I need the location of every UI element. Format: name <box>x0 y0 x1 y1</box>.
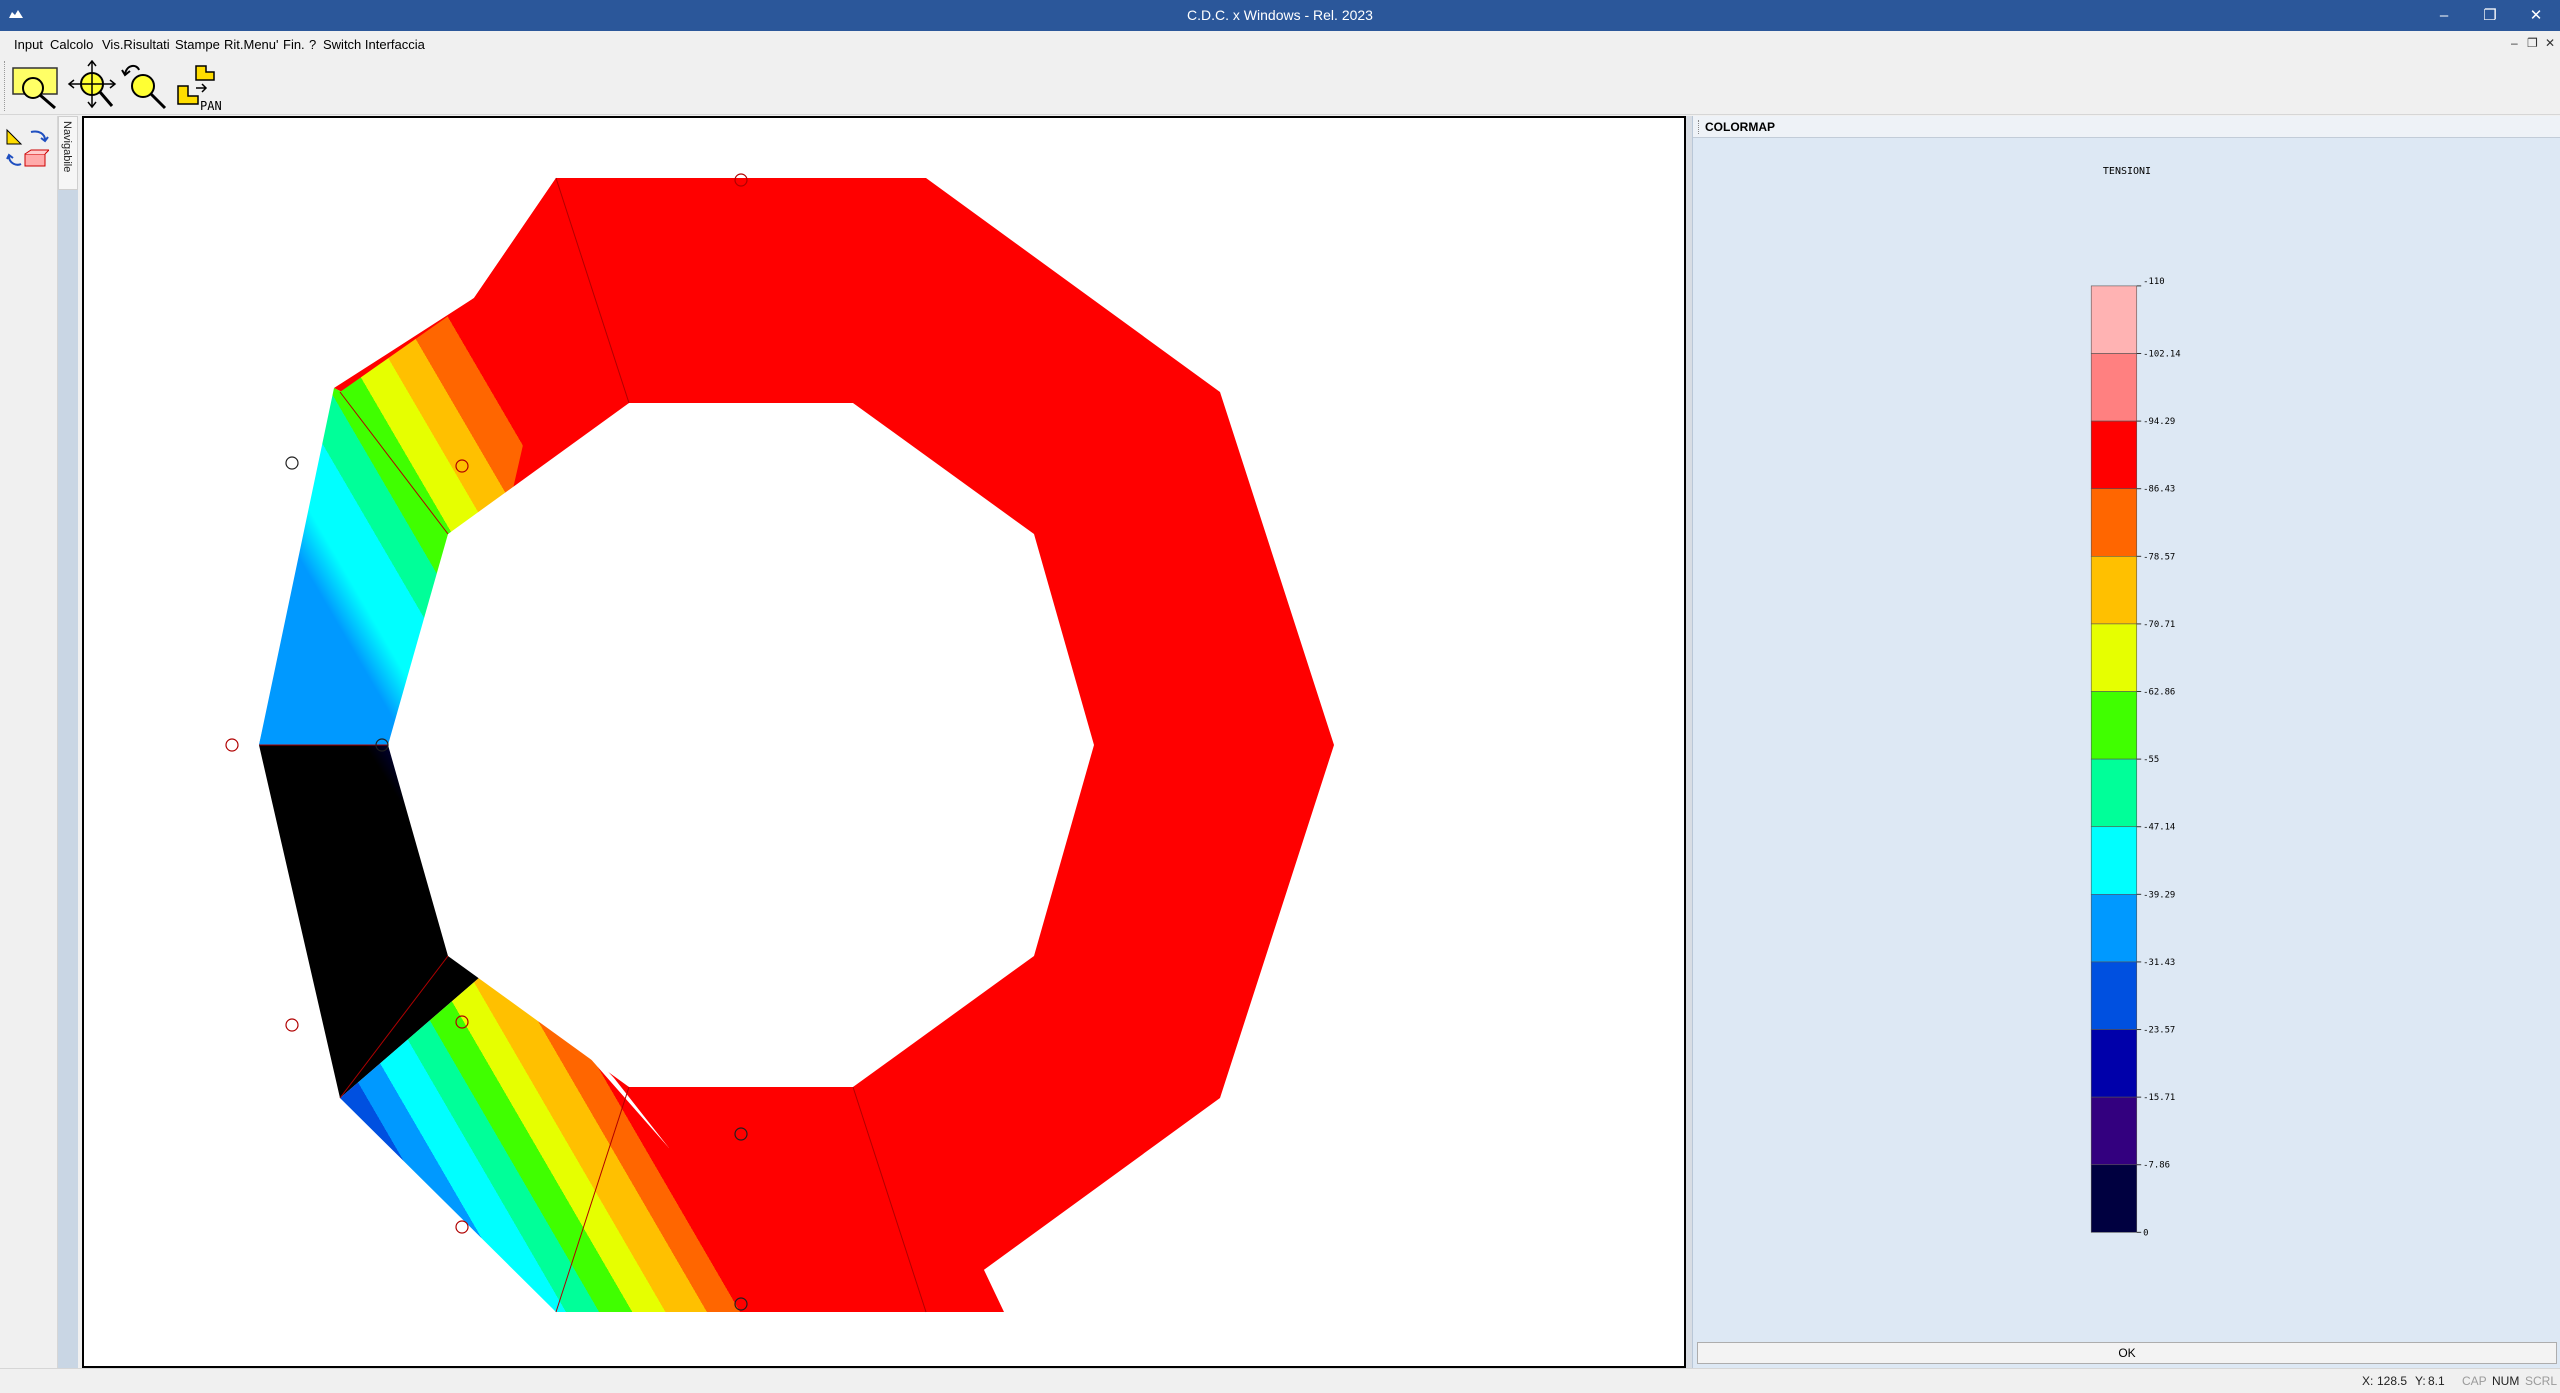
legend-label: -78.57 <box>2143 552 2175 562</box>
legend-color-band <box>2090 826 2138 895</box>
legend-color-band <box>2090 758 2138 828</box>
zoom-extents-icon[interactable] <box>66 60 118 112</box>
x-coordinate-label: X: <box>2362 1374 2374 1388</box>
legend-label: -86.43 <box>2143 485 2175 495</box>
measure-icon[interactable] <box>5 128 49 146</box>
menu-stampe[interactable]: Stampe <box>175 37 220 52</box>
y-coordinate-value: 8.1 <box>2428 1374 2445 1388</box>
legend-label: -94.29 <box>2143 417 2175 427</box>
window-title: C.D.C. x Windows - Rel. 2023 <box>1187 7 1373 23</box>
rotate-view-icon[interactable] <box>5 148 49 170</box>
legend-color-band <box>2090 961 2138 1030</box>
menu-switch-interfaccia[interactable]: Switch Interfaccia <box>323 37 425 52</box>
zoom-previous-icon[interactable] <box>119 60 171 112</box>
minimize-button[interactable]: – <box>2421 0 2467 31</box>
y-coordinate-label: Y: <box>2415 1374 2426 1388</box>
legend-color-band <box>2090 623 2138 692</box>
legend-title: TENSIONI <box>2102 166 2152 177</box>
pan-icon[interactable]: PAN <box>174 60 226 112</box>
mdi-close-button[interactable]: ✕ <box>2545 36 2555 50</box>
menu-rit-menu[interactable]: Rit.Menu' <box>224 37 279 52</box>
legend-label: 0 <box>2143 1228 2148 1238</box>
zoom-window-icon[interactable] <box>11 60 63 112</box>
legend-label: -15.71 <box>2143 1093 2175 1103</box>
legend-color-band <box>2090 691 2138 760</box>
menu-help[interactable]: ? <box>309 37 316 52</box>
mdi-restore-button[interactable]: ❐ <box>2527 36 2538 50</box>
navigabile-tab[interactable]: Navigabile <box>58 116 78 190</box>
title-bar: C.D.C. x Windows - Rel. 2023 – ❐ ✕ <box>0 0 2560 31</box>
legend-label: -55 <box>2143 755 2159 765</box>
legend-label: -39.29 <box>2143 890 2175 900</box>
pan-label: PAN <box>200 99 222 112</box>
legend-color-band <box>2090 1164 2138 1233</box>
menu-fin[interactable]: Fin. <box>283 37 305 52</box>
color-legend: -110 -102.14 -94.29 -86.43 -78.57 -70.71 -62.8… <box>2090 277 2181 1238</box>
menu-input[interactable]: Input <box>14 37 43 52</box>
restore-button[interactable]: ❐ <box>2467 0 2513 31</box>
menu-bar: Input Calcolo Vis.Risultati Stampe Rit.M… <box>0 31 2560 57</box>
num-lock-indicator: NUM <box>2492 1374 2520 1388</box>
panel-grip[interactable] <box>1698 120 1701 134</box>
legend-color-band <box>2090 353 2138 422</box>
scroll-lock-indicator: SCRL <box>2525 1374 2558 1388</box>
legend-color-band <box>2090 556 2138 625</box>
legend-color-band <box>2090 1096 2138 1166</box>
colormap-panel: COLORMAP TENSIONI -110 -102.14 -94.29 -86.4… <box>1692 116 2560 1368</box>
toolbar: PAN <box>0 57 2560 115</box>
left-tool-strip <box>0 116 58 1368</box>
legend-label: -110 <box>2143 277 2164 287</box>
legend-label: -70.71 <box>2143 620 2175 630</box>
legend-label: -7.86 <box>2143 1161 2170 1171</box>
stress-contour-plot <box>225 173 1334 1313</box>
legend-label: -23.57 <box>2143 1026 2175 1036</box>
legend-label: -47.14 <box>2143 823 2175 833</box>
legend-label: -62.86 <box>2143 687 2175 697</box>
legend-color-band <box>2090 1029 2138 1098</box>
caps-lock-indicator: CAP <box>2462 1374 2487 1388</box>
mdi-minimize-button[interactable]: – <box>2511 36 2518 50</box>
drawing-canvas[interactable] <box>82 116 1686 1368</box>
ok-button[interactable]: OK <box>1697 1342 2557 1364</box>
legend-color-band <box>2090 285 2138 354</box>
colormap-header: COLORMAP <box>1693 116 2560 138</box>
toolbar-grip[interactable] <box>4 61 7 111</box>
legend-label: -102.14 <box>2143 349 2180 359</box>
left-gutter <box>58 190 78 1368</box>
menu-calcolo[interactable]: Calcolo <box>50 37 93 52</box>
legend-color-band <box>2090 488 2138 557</box>
close-button[interactable]: ✕ <box>2513 0 2559 31</box>
colormap-header-title: COLORMAP <box>1705 120 1775 134</box>
legend-label: -31.43 <box>2143 958 2175 968</box>
menu-vis-risultati[interactable]: Vis.Risultati <box>102 37 170 52</box>
x-coordinate-value: 128.5 <box>2377 1374 2408 1388</box>
status-bar: X: 128.5 Y: 8.1 CAP NUM SCRL <box>0 1368 2560 1393</box>
ring-inner-hole <box>388 403 1094 1087</box>
legend-color-band <box>2090 420 2138 490</box>
legend-color-band <box>2090 894 2138 963</box>
navigabile-tab-label: Navigabile <box>61 121 73 173</box>
